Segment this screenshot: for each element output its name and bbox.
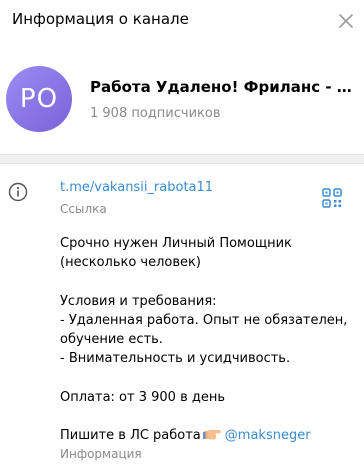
channel-description: Срочно нужен Личный Помощник (несколько … bbox=[60, 234, 350, 445]
description-line: - Внимательность и усидчивость. bbox=[60, 351, 291, 367]
description-line bbox=[60, 407, 350, 426]
pointing-hand-icon bbox=[202, 429, 221, 440]
description-line: (несколько человек) bbox=[60, 255, 201, 271]
description-line: обучение есть. bbox=[60, 332, 163, 347]
channel-link[interactable]: t.me/vakansii_rabota11 bbox=[60, 180, 213, 195]
header: Информация о канале bbox=[0, 0, 364, 42]
description-text: Пишите в ЛС работа bbox=[60, 427, 201, 443]
description-line: Условия и требования: bbox=[60, 293, 217, 309]
avatar-initials: PO bbox=[19, 84, 59, 114]
link-label: Ссылка bbox=[60, 202, 107, 216]
section-divider bbox=[0, 154, 364, 164]
close-icon bbox=[339, 14, 353, 28]
description-line: - Удаленная работа. Опыт не обязателен, bbox=[60, 312, 348, 328]
description-last-line: Пишите в ЛС работа @maksneger bbox=[60, 426, 350, 445]
subscriber-count: 1 908 подписчиков bbox=[90, 106, 221, 121]
header-title: Информация о канале bbox=[12, 10, 189, 28]
description-line bbox=[60, 368, 350, 387]
description-line: Срочно нужен Личный Помощник bbox=[60, 236, 292, 251]
qr-code-icon[interactable] bbox=[322, 188, 342, 208]
description-label: Информация bbox=[60, 447, 142, 461]
description-line: Оплата: от 3 900 в день bbox=[60, 389, 226, 405]
channel-profile: PO Работа Удалено! Фриланс - отзывы 1 90… bbox=[0, 42, 364, 154]
info-icon bbox=[8, 182, 28, 202]
description-line bbox=[60, 272, 350, 291]
mention-link[interactable]: @maksneger bbox=[225, 428, 311, 443]
channel-name: Работа Удалено! Фриланс - отзывы bbox=[90, 78, 356, 96]
avatar[interactable]: PO bbox=[6, 66, 72, 132]
close-button[interactable] bbox=[334, 9, 358, 33]
